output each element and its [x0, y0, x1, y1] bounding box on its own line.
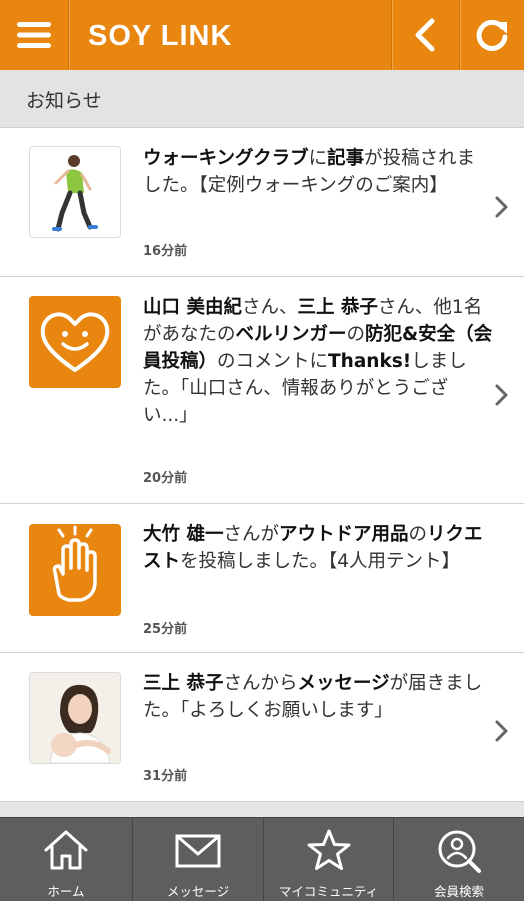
back-button[interactable] [392, 0, 458, 70]
menu-button[interactable] [0, 0, 68, 70]
walking-woman-photo [52, 155, 98, 232]
tab-label: マイコミュニティ [278, 884, 379, 899]
chevron-left-icon [415, 18, 435, 52]
hand-raise-thumbnail [29, 524, 121, 616]
app-header: SOY LINK [0, 0, 524, 71]
tab-message[interactable]: メッセージ [133, 818, 263, 901]
tab-home[interactable]: ホーム [0, 818, 132, 901]
mother-baby-thumbnail [29, 672, 121, 764]
notification-time: 25分前 [143, 622, 188, 637]
notification-text: 大竹 雄一さんがアウトドア用品のリクエストを投稿しました。【4人用テント】 [143, 524, 483, 572]
app-logo: SOY LINK [88, 20, 233, 52]
tab-label: 会員検索 [433, 884, 484, 899]
tab-label: メッセージ [166, 884, 230, 899]
header-divider [68, 0, 69, 70]
section-header: お知らせ [0, 70, 524, 128]
home-icon [44, 830, 88, 870]
tab-label: ホーム [47, 884, 85, 899]
tab-my-community[interactable]: マイコミュニティ [264, 818, 393, 901]
star-icon [307, 829, 350, 870]
notification-item[interactable]: ウォーキングクラブに記事が投稿されました。【定例ウォーキングのご案内】 16分前 [0, 128, 524, 277]
notification-time: 20分前 [143, 471, 188, 486]
hamburger-icon [17, 22, 51, 48]
tab-bar: ホーム メッセージ マイコミュニティ 会員検索 [0, 817, 524, 901]
walking-woman-thumbnail [29, 146, 121, 238]
section-title: お知らせ [26, 90, 102, 112]
notification-time: 16分前 [143, 244, 188, 259]
hand-raise-icon [52, 525, 97, 602]
tab-member-search[interactable]: 会員検索 [394, 818, 524, 901]
mail-icon [175, 834, 221, 868]
heart-face-icon [40, 312, 110, 372]
reload-icon [476, 19, 508, 51]
heart-face-thumbnail [29, 296, 121, 388]
notification-text: 三上 恭子さんからメッセージが届きました。「よろしくお願いします」 [143, 673, 483, 721]
chevron-right-icon [495, 720, 508, 742]
notification-item[interactable]: 三上 恭子さんからメッセージが届きました。「よろしくお願いします」 31分前 [0, 653, 524, 802]
notification-text: ウォーキングクラブに記事が投稿されました。【定例ウォーキングのご案内】 [143, 148, 476, 196]
member-search-icon [438, 830, 481, 873]
mother-baby-photo [30, 673, 120, 763]
notification-text: 山口 美由紀さん、三上 恭子さん、他1名があなたのベルリンガーの防犯&安全（会員… [143, 297, 493, 426]
chevron-right-icon [495, 384, 508, 406]
notification-time: 31分前 [143, 769, 188, 784]
chevron-right-icon [495, 196, 508, 218]
notification-item[interactable]: 大竹 雄一さんがアウトドア用品のリクエストを投稿しました。【4人用テント】 25… [0, 504, 524, 723]
notification-item[interactable]: 山口 美由紀さん、三上 恭子さん、他1名があなたのベルリンガーの防犯&安全（会員… [0, 277, 524, 504]
reload-button[interactable] [460, 0, 524, 70]
